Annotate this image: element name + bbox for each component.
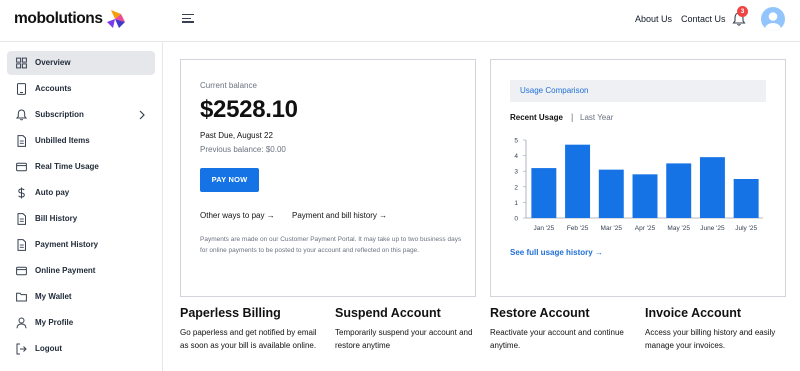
grid-icon (16, 57, 27, 69)
x-tick-label: June '25 (700, 225, 725, 232)
user-icon (16, 317, 27, 329)
notification-badge: 3 (737, 6, 748, 17)
document-icon (17, 135, 26, 147)
menu-toggle-icon[interactable] (182, 14, 194, 24)
feature-description: Access your billing history and easily m… (645, 328, 776, 350)
tablet-icon (17, 83, 26, 95)
previous-balance: Previous balance: $0.00 (200, 145, 286, 154)
pay-now-button[interactable]: PAY NOW (200, 168, 259, 192)
sidebar-item-label: My Profile (35, 318, 74, 327)
y-tick-label: 2 (514, 184, 518, 191)
x-tick-label: Feb '25 (567, 225, 589, 232)
balance-card: Current balance $2528.10 Past Due, Augus… (180, 59, 476, 297)
x-tick-label: Apr '25 (635, 225, 656, 232)
balance-amount: $2528.10 (200, 96, 298, 123)
chart-bar (733, 179, 759, 218)
usage-card: Usage Comparison Recent Usage | Last Yea… (490, 59, 786, 297)
sidebar-item-overview[interactable]: Overview (7, 51, 155, 75)
credit-card-icon (16, 266, 27, 276)
x-tick-label: July '25 (735, 225, 757, 232)
sidebar-item-subscription[interactable]: Subscription (7, 103, 155, 127)
logout-icon (16, 343, 27, 355)
x-tick-label: May '25 (667, 225, 690, 232)
y-tick-label: 0 (514, 216, 518, 223)
chevron-right-icon (139, 110, 145, 120)
feature-title: Restore Account (490, 306, 590, 320)
bell-icon (16, 109, 27, 121)
sidebar-item-auto-pay[interactable]: Auto pay (7, 181, 155, 205)
payment-note: Payments are made on our Customer Paymen… (200, 236, 462, 255)
contact-us-link[interactable]: Contact Us (681, 14, 726, 24)
document-icon (17, 213, 26, 225)
sidebar-item-real-time-usage[interactable]: Real Time Usage (7, 155, 155, 179)
sidebar-item-label: My Wallet (35, 292, 72, 301)
x-tick-label: Mar '25 (601, 225, 623, 232)
sidebar-item-online-payment[interactable]: Online Payment (7, 259, 155, 283)
feature-suspend-account[interactable]: Suspend Account Temporarily suspend your… (335, 306, 475, 352)
feature-description: Go paperless and get notified by email a… (180, 328, 317, 350)
y-tick-label: 3 (514, 169, 518, 176)
sidebar-item-label: Online Payment (35, 266, 96, 275)
x-tick-label: Jan '25 (533, 225, 554, 232)
chart-bar (565, 144, 591, 218)
user-avatar-icon (765, 12, 781, 31)
sidebar-item-my-profile[interactable]: My Profile (7, 311, 155, 335)
logo[interactable]: mobolutions (14, 9, 127, 29)
chart-bar (632, 174, 658, 218)
sidebar-item-payment-history[interactable]: Payment History (7, 233, 155, 257)
other-ways-to-pay-link[interactable]: Other ways to pay → (200, 211, 275, 220)
sidebar-item-logout[interactable]: Logout (7, 337, 155, 361)
feature-paperless-billing[interactable]: Paperless Billing Go paperless and get n… (180, 306, 320, 352)
y-tick-label: 5 (514, 138, 518, 145)
about-us-link[interactable]: About Us (635, 14, 672, 24)
feature-restore-account[interactable]: Restore Account Reactivate your account … (490, 306, 630, 352)
y-tick-label: 1 (514, 200, 518, 207)
tab-separator: | (571, 112, 574, 122)
credit-card-icon (16, 162, 27, 172)
sidebar-item-bill-history[interactable]: Bill History (7, 207, 155, 231)
top-bar: mobolutions About Us Contact Us 3 (0, 0, 800, 42)
sidebar-item-unbilled-items[interactable]: Unbilled Items (7, 129, 155, 153)
sidebar-item-label: Subscription (35, 110, 84, 119)
chart-bar (598, 169, 624, 218)
feature-title: Suspend Account (335, 306, 441, 320)
chart-bar (699, 157, 725, 218)
tab-recent-usage[interactable]: Recent Usage (510, 113, 563, 122)
feature-description: Temporarily suspend your account and res… (335, 328, 473, 350)
sidebar-item-label: Overview (35, 58, 71, 67)
sidebar-item-label: Logout (35, 344, 63, 353)
balance-label: Current balance (200, 81, 257, 90)
chart-bar (666, 163, 692, 218)
y-tick-label: 4 (514, 153, 518, 160)
payment-history-link[interactable]: Payment and bill history → (292, 211, 387, 220)
feature-description: Reactivate your account and continue any… (490, 328, 624, 350)
usage-bar-chart: 0 1 2 3 4 5 Jan '25 Feb '25 Mar '25 Apr '25 May '2… (514, 138, 763, 232)
usage-header: Usage Comparison (510, 80, 766, 102)
due-status: Past Due, August 22 (200, 131, 273, 140)
sidebar-item-label: Unbilled Items (35, 136, 90, 145)
avatar[interactable] (761, 7, 785, 31)
sidebar: Overview Accounts Subscription Unbilled … (0, 42, 163, 371)
sidebar-item-label: Real Time Usage (35, 162, 99, 171)
feature-title: Invoice Account (645, 306, 742, 320)
feature-invoice-account[interactable]: Invoice Account Access your billing hist… (645, 306, 790, 352)
logo-text: mobolutions (14, 10, 103, 27)
sidebar-item-accounts[interactable]: Accounts (7, 77, 155, 101)
sidebar-item-my-wallet[interactable]: My Wallet (7, 285, 155, 309)
see-full-usage-link[interactable]: See full usage history → (510, 248, 603, 257)
logo-mark-icon (106, 10, 125, 28)
tab-last-year[interactable]: Last Year (580, 113, 613, 122)
document-icon (17, 239, 26, 251)
feature-title: Paperless Billing (180, 306, 281, 320)
sidebar-item-label: Bill History (35, 214, 78, 223)
usage-header-title: Usage Comparison (520, 86, 589, 95)
chart-bar (531, 168, 557, 218)
sidebar-item-label: Auto pay (35, 188, 70, 197)
folder-icon (16, 292, 27, 302)
sidebar-item-label: Payment History (35, 240, 99, 249)
dollar-icon (18, 187, 25, 199)
sidebar-item-label: Accounts (35, 84, 72, 93)
